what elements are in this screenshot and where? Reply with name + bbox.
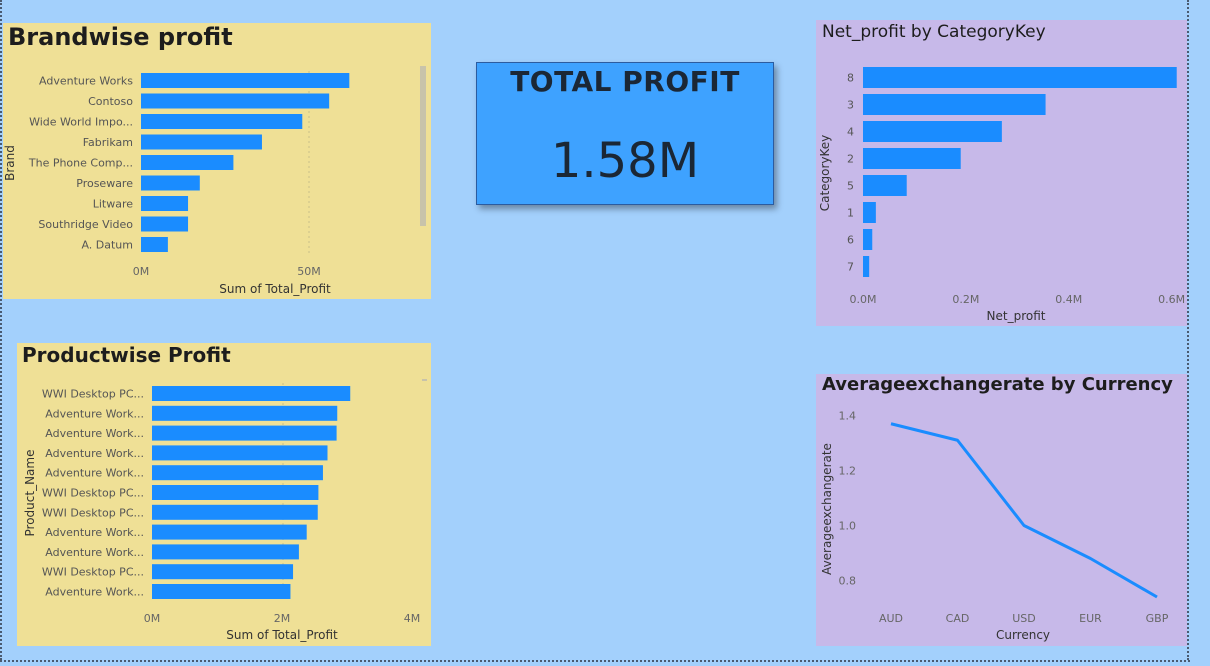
bar <box>141 73 350 88</box>
bar <box>863 121 1002 142</box>
bar <box>863 67 1177 88</box>
canvas-right-border <box>1187 0 1189 660</box>
category-label: Adventure Work... <box>45 546 144 559</box>
y-tick-label: 1.0 <box>839 520 857 533</box>
y-tick-label: 0.8 <box>839 575 857 588</box>
category-label: 8 <box>847 72 854 85</box>
y-axis-label: Averageexchangerate <box>820 443 834 575</box>
net-profit-category-card[interactable]: Net_profit by CategoryKey 8 3 4 2 5 1 6 7 0.0M 0.… <box>816 20 1187 326</box>
y-axis-label: Brand <box>3 145 17 181</box>
bar <box>141 196 189 211</box>
x-axis-label: Currency <box>996 628 1050 642</box>
category-label: Adventure Work... <box>45 467 144 480</box>
category-label: 1 <box>847 207 854 220</box>
category-label: Fabrikam <box>83 136 133 149</box>
bar <box>152 445 328 461</box>
bar <box>152 405 338 421</box>
bar <box>152 485 319 500</box>
bar <box>152 465 323 481</box>
y-axis-label: Product_Name <box>23 450 37 537</box>
category-label: The Phone Comp... <box>28 157 133 170</box>
category-label: Adventure Work... <box>45 427 144 440</box>
category-label: 6 <box>847 234 854 247</box>
x-tick-label: 0.0M <box>850 293 877 306</box>
exchange-rate-card[interactable]: Averageexchangerate by Currency 0.8 1.0 1.… <box>816 374 1187 646</box>
category-label: 3 <box>847 99 854 112</box>
canvas-left-border <box>0 0 2 660</box>
x-tick-label: AUD <box>879 612 903 625</box>
category-label: 5 <box>847 180 854 193</box>
bar <box>152 564 294 580</box>
category-label: Southridge Video <box>38 218 133 231</box>
scrollbar-thumb[interactable] <box>422 379 427 381</box>
bar <box>141 93 330 109</box>
brandwise-profit-chart: Adventure Works Contoso Wide World Impo...… <box>3 66 426 296</box>
x-tick-label: EUR <box>1079 612 1102 625</box>
bar <box>152 386 351 401</box>
total-profit-card[interactable]: TOTAL PROFIT 1.58M <box>476 62 774 205</box>
x-tick-label: 0M <box>133 265 150 278</box>
brandwise-profit-card[interactable]: Brandwise profit Adventure Works Contoso W… <box>3 23 431 299</box>
y-tick-label: 1.2 <box>839 465 857 478</box>
bar <box>152 504 318 520</box>
x-tick-label: 0.6M <box>1158 293 1185 306</box>
x-tick-label: CAD <box>946 612 970 625</box>
net-profit-category-chart: 8 3 4 2 5 1 6 7 0.0M 0.2M 0.4M 0.6M CategoryKey Net… <box>818 67 1185 323</box>
category-label: Proseware <box>76 177 133 190</box>
category-label: 2 <box>847 153 854 166</box>
total-profit-value: 1.58M <box>550 133 700 189</box>
y-axis-label: CategoryKey <box>818 135 832 212</box>
productwise-profit-chart: WWI Desktop PC... Adventure Work... Advent… <box>23 379 427 642</box>
x-tick-label: 0M <box>144 612 161 625</box>
exchange-rate-chart: 0.8 1.0 1.2 1.4 AUD CAD USD EUR GBP Averageexcha… <box>820 410 1169 643</box>
x-axis-label: Sum of Total_Profit <box>219 282 331 296</box>
category-label: 4 <box>847 126 854 139</box>
x-tick-label: GBP <box>1146 612 1169 625</box>
category-label: Adventure Work... <box>45 407 144 420</box>
x-tick-label: 4M <box>404 612 421 625</box>
category-label: Adventure Works <box>39 75 133 88</box>
bar <box>863 94 1046 115</box>
x-axis-label: Net_profit <box>987 309 1046 323</box>
category-label: Adventure Work... <box>45 586 144 599</box>
total-profit-title: TOTAL PROFIT <box>510 65 740 98</box>
category-label: Adventure Work... <box>45 447 144 460</box>
bar <box>863 148 961 169</box>
bar <box>141 114 303 129</box>
category-label: Adventure Work... <box>45 526 144 539</box>
category-label: Litware <box>93 198 134 211</box>
x-tick-label: 50M <box>297 265 321 278</box>
category-label: A. Datum <box>81 239 133 252</box>
bar <box>141 134 262 150</box>
bar <box>863 202 876 223</box>
x-axis-label: Sum of Total_Profit <box>226 628 338 642</box>
category-label: WWI Desktop PC... <box>42 566 144 579</box>
bar <box>152 584 291 599</box>
x-tick-label: USD <box>1012 612 1036 625</box>
canvas-bottom-border <box>0 660 1190 662</box>
category-label: 7 <box>847 261 854 274</box>
category-label: Wide World Impo... <box>29 116 133 129</box>
bar <box>141 237 168 252</box>
bar <box>863 256 870 277</box>
bar <box>141 175 200 191</box>
bar <box>863 175 907 196</box>
category-label: WWI Desktop PC... <box>42 506 144 519</box>
x-tick-label: 0.4M <box>1055 293 1082 306</box>
category-label: WWI Desktop PC... <box>42 388 144 401</box>
bar <box>141 216 189 232</box>
bar <box>141 155 234 170</box>
x-tick-label: 0.2M <box>952 293 979 306</box>
category-label: Contoso <box>88 95 133 108</box>
bar <box>152 544 299 560</box>
category-label: WWI Desktop PC... <box>42 487 144 500</box>
bar <box>152 425 337 441</box>
bar <box>863 229 873 250</box>
scrollbar-thumb[interactable] <box>420 66 426 226</box>
bar <box>152 524 307 540</box>
y-tick-label: 1.4 <box>839 410 857 423</box>
productwise-profit-card[interactable]: Productwise Profit WWI Desktop PC... Adve… <box>17 343 431 646</box>
x-tick-label: 2M <box>274 612 291 625</box>
series-line <box>890 422 1158 599</box>
